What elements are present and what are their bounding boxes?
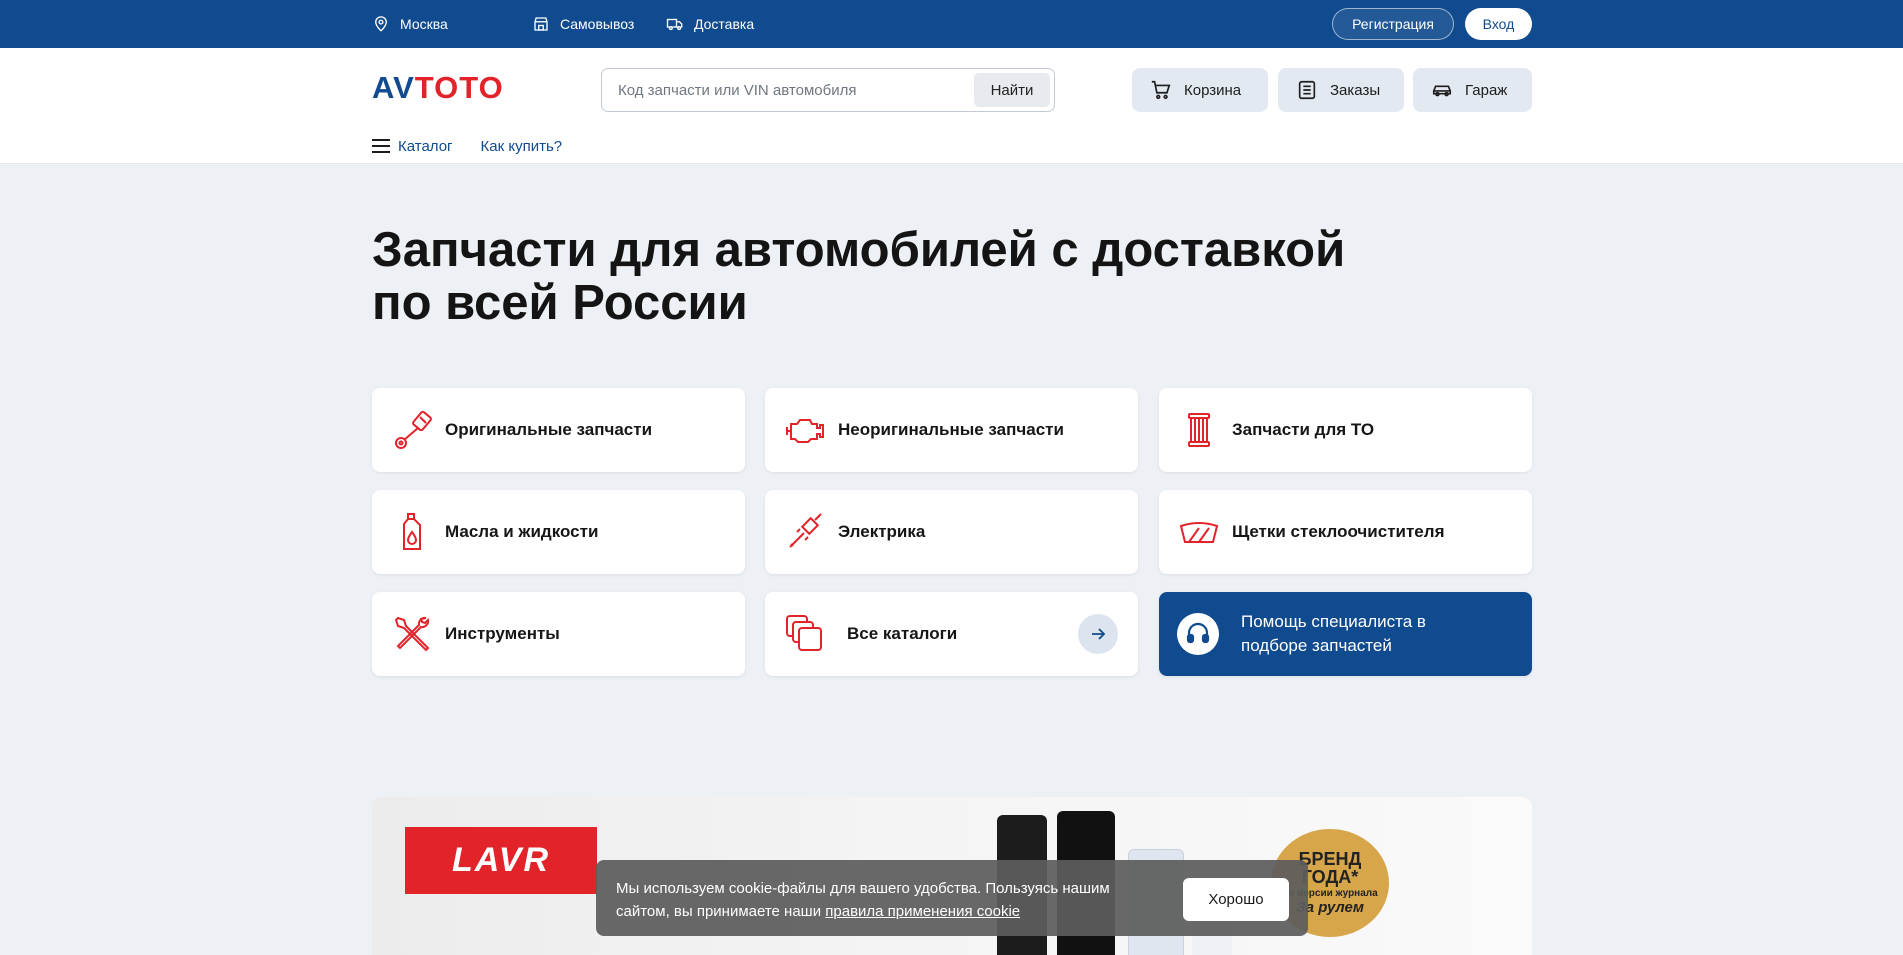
city-selector[interactable]: Москва <box>372 0 448 48</box>
location-pin-icon <box>375 16 387 32</box>
tile-label: Все каталоги <box>847 624 958 643</box>
windshield-wiper-icon <box>1179 522 1219 543</box>
orders-label: Заказы <box>1330 81 1381 99</box>
tile-label: Инструменты <box>445 624 560 643</box>
orders-list-icon <box>1298 80 1316 100</box>
lavr-logo: LAVR <box>405 827 597 894</box>
piston-icon <box>395 410 432 449</box>
cart-label: Корзина <box>1184 81 1242 99</box>
search-input[interactable] <box>618 69 958 111</box>
tile-label: Запчасти для ТО <box>1232 420 1375 439</box>
category-tile-aftermarket[interactable]: Неоригинальные запчасти <box>765 388 1138 472</box>
headset-icon <box>1186 622 1210 644</box>
garage-label: Гараж <box>1465 81 1508 99</box>
top-bar: Москва Самовывоз Доставка Регистрация Вх… <box>0 0 1903 48</box>
all-catalogs-arrow-button[interactable] <box>1078 614 1118 654</box>
tile-label: Масла и жидкости <box>445 522 599 541</box>
air-filter-icon <box>1188 413 1210 447</box>
tile-label: Помощь специалиста в подборе запчастей <box>1241 612 1426 655</box>
catalogs-icon <box>786 615 822 651</box>
logo-part-av: AV <box>372 70 415 105</box>
engine-icon <box>786 419 824 443</box>
tile-label: Оригинальные запчасти <box>445 420 653 439</box>
category-tile-electrics[interactable]: Электрика <box>765 490 1138 574</box>
logo-part-toto: TOTO <box>414 70 504 105</box>
logo[interactable]: AV TOTO <box>372 70 504 105</box>
register-button[interactable]: Регистрация <box>1332 8 1454 40</box>
hamburger-menu-icon <box>372 139 390 153</box>
city-label: Москва <box>400 16 448 32</box>
category-tile-wipers[interactable]: Щетки стеклоочистителя <box>1159 490 1532 574</box>
category-tile-tools[interactable]: Инструменты <box>372 592 745 676</box>
header: AVTOTO Найти Корзина Заказы Гараж Катало… <box>0 48 1903 164</box>
cookie-policy-link[interactable]: правила применения cookie <box>825 903 1020 920</box>
page-title-line-2: по всей России <box>372 276 748 330</box>
category-tile-all-catalogs[interactable]: Все каталоги <box>765 592 1138 676</box>
sub-navigation: Каталог Как купить? <box>372 136 562 156</box>
how-to-buy-link[interactable]: Как купить? <box>481 138 563 155</box>
car-icon <box>1432 85 1452 97</box>
badge-line-2: ГОДА* <box>1301 867 1359 887</box>
specialist-help-tile[interactable]: Помощь специалиста в подборе запчастей <box>1159 592 1532 676</box>
garage-button[interactable]: Гараж <box>1413 68 1532 112</box>
truck-icon <box>666 18 683 31</box>
cart-button[interactable]: Корзина <box>1132 68 1268 112</box>
arrow-right-icon <box>1092 628 1106 640</box>
tools-icon <box>394 616 430 652</box>
search-box: Найти <box>601 68 1055 112</box>
cookie-notice: Мы используем cookie-файлы для вашего уд… <box>596 860 1308 936</box>
search-button[interactable]: Найти <box>974 73 1050 107</box>
tile-label: Неоригинальные запчасти <box>838 420 1064 439</box>
category-tile-maintenance[interactable]: Запчасти для ТО <box>1159 388 1532 472</box>
cart-icon <box>1151 80 1171 100</box>
oil-canister-icon <box>403 513 421 550</box>
catalog-menu-button[interactable]: Каталог <box>372 138 453 155</box>
cookie-accept-button[interactable]: Хорошо <box>1183 878 1289 921</box>
category-tile-oils[interactable]: Масла и жидкости <box>372 490 745 574</box>
tile-label: Щетки стеклоочистителя <box>1232 522 1445 541</box>
tile-label: Электрика <box>838 522 926 541</box>
store-icon <box>534 17 548 31</box>
delivery-label: Доставка <box>694 16 755 32</box>
pickup-link[interactable]: Самовывоз <box>532 0 634 48</box>
spark-plug-icon <box>789 513 822 548</box>
cookie-text: Мы используем cookie-файлы для вашего уд… <box>616 877 1156 923</box>
orders-button[interactable]: Заказы <box>1278 68 1404 112</box>
pickup-label: Самовывоз <box>560 16 635 32</box>
login-button[interactable]: Вход <box>1465 8 1532 40</box>
delivery-link[interactable]: Доставка <box>666 0 754 48</box>
page-title: Запчасти для автомобилей с доставкой по … <box>372 224 1372 330</box>
category-tile-original[interactable]: Оригинальные запчасти <box>372 388 745 472</box>
catalog-label: Каталог <box>398 137 453 155</box>
badge-line-1: БРЕНД <box>1298 849 1362 869</box>
page-title-line-1: Запчасти для автомобилей с доставкой <box>372 223 1346 277</box>
